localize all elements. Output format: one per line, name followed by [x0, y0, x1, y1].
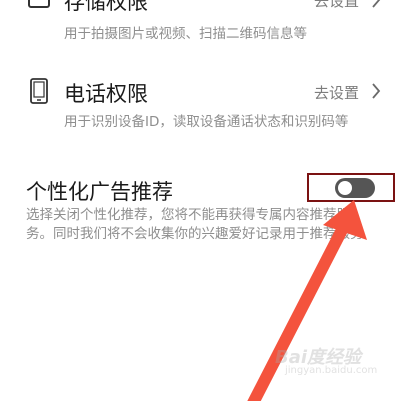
phone-permission-title: 电话权限	[64, 82, 148, 106]
personalized-ad-description: 选择关闭个性化推荐，您将不能再获得专属内容推荐服务。同时我们将不会收集你的兴趣爱…	[26, 207, 364, 242]
phone-permission-description: 用于识别设备ID，读取设备通话状态和识别码等	[64, 114, 349, 130]
storage-go-settings[interactable]: 去设置	[314, 0, 359, 11]
phone-device-icon	[30, 78, 48, 104]
toggle-knob	[338, 181, 352, 195]
storage-permission-description: 用于拍摄图片或视频、扫描二维码信息等	[64, 26, 307, 42]
watermark-sub-text: jingyan.baidu.com	[285, 365, 378, 376]
personalized-ad-toggle[interactable]	[335, 178, 375, 198]
chevron-right-icon[interactable]	[371, 83, 381, 99]
phone-go-settings[interactable]: 去设置	[314, 82, 359, 103]
baidu-jingyan-watermark: Bai度经验 jingyan.baidu.com	[275, 343, 387, 383]
storage-permission-title: 存储权限	[64, 0, 148, 14]
storage-folder-icon	[28, 0, 50, 8]
personalized-ad-title: 个性化广告推荐	[26, 180, 173, 204]
chevron-right-icon[interactable]	[371, 0, 381, 8]
